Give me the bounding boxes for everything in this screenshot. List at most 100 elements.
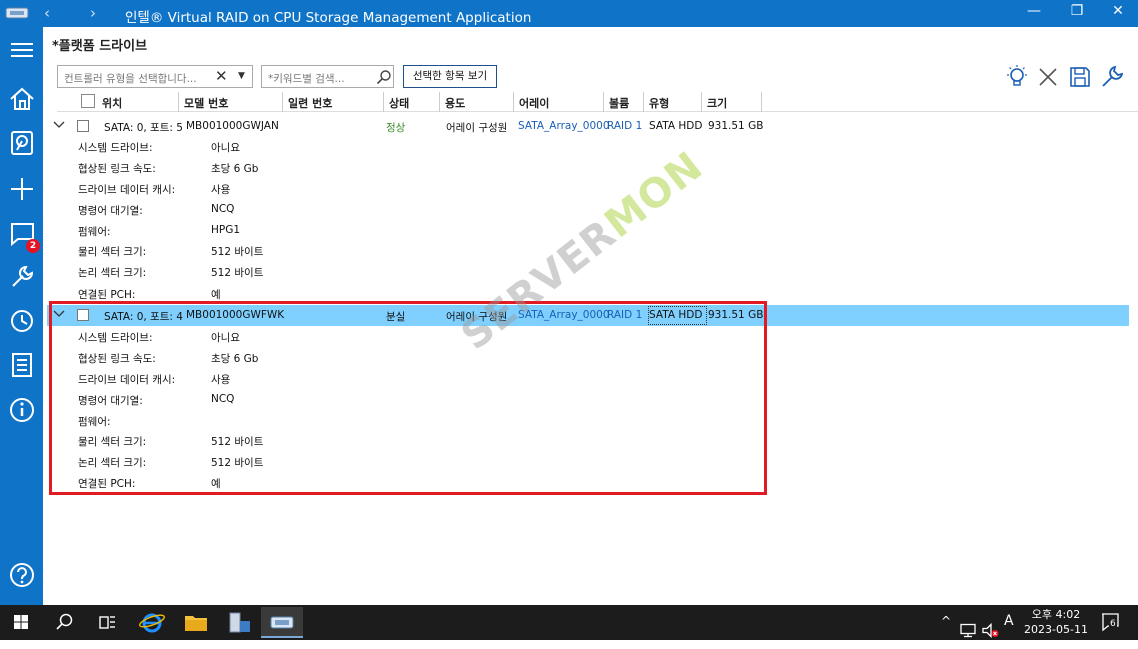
chevron-down-icon[interactable] xyxy=(53,120,65,130)
column-header-volume[interactable]: 볼륨 xyxy=(609,95,629,111)
detail-label: 물리 섹터 크기: xyxy=(78,246,147,258)
grid-header: 위치 모델 번호 일련 번호 상태 용도 어레이 볼륨 유형 크기 xyxy=(57,92,1138,112)
table-row[interactable]: SATA: 0, 포트: 5 MB001000GWJAN 정상 어레이 구성원 … xyxy=(47,116,1129,137)
cell-status: 분실 xyxy=(386,311,406,323)
cell-model: MB001000GWFWK xyxy=(186,309,285,321)
detail-value: 512 바이트 xyxy=(211,457,264,469)
search-icon[interactable] xyxy=(376,69,392,85)
detail-label: 드라이브 데이터 캐시: xyxy=(78,374,176,386)
server-manager-icon[interactable] xyxy=(218,607,260,638)
detail-label: 시스템 드라이브: xyxy=(78,142,153,154)
chevron-down-icon[interactable]: ▼ xyxy=(238,71,245,81)
close-button[interactable]: ✕ xyxy=(1104,3,1132,23)
add-icon[interactable] xyxy=(8,175,36,203)
row-checkbox[interactable] xyxy=(77,120,89,132)
lightbulb-icon[interactable] xyxy=(1004,64,1030,90)
close-icon[interactable] xyxy=(1035,64,1061,90)
help-icon[interactable] xyxy=(8,561,36,589)
task-view-icon[interactable] xyxy=(86,607,128,638)
cell-volume-link[interactable]: RAID 1 xyxy=(607,120,642,132)
detail-label: 명령어 대기열: xyxy=(78,395,143,407)
detail-label: 연결된 PCH: xyxy=(78,289,136,301)
clear-icon[interactable]: ✕ xyxy=(215,67,228,85)
volume-muted-icon[interactable] xyxy=(980,613,1000,648)
detail-value: 512 바이트 xyxy=(211,267,264,279)
column-header-array[interactable]: 어레이 xyxy=(519,95,549,111)
view-selected-button[interactable]: 선택한 항목 보기 xyxy=(403,65,497,88)
history-icon[interactable] xyxy=(8,307,36,335)
file-explorer-icon[interactable] xyxy=(175,607,217,638)
cell-location: SATA: 0, 포트: 5 xyxy=(104,122,183,134)
highlight-annotation-box xyxy=(49,301,767,495)
search-placeholder: *키워드별 검색... xyxy=(268,73,345,85)
restore-button[interactable]: ❐ xyxy=(1063,3,1091,23)
tray-overflow-chevron[interactable]: ^ xyxy=(941,614,951,649)
detail-value: 아니요 xyxy=(211,142,240,154)
internet-explorer-icon[interactable] xyxy=(131,607,173,638)
detail-label: 논리 섹터 크기: xyxy=(78,267,147,279)
cell-status: 정상 xyxy=(386,122,406,134)
taskbar: ^ A 오후 4:02 2023-05-11 6 xyxy=(0,605,1138,640)
cell-model: MB001000GWJAN xyxy=(186,120,279,132)
cell-volume-link[interactable]: RAID 1 xyxy=(607,309,642,321)
table-row-selected[interactable]: SATA: 0, 포트: 4 MB001000GWFWK 분실 어레이 구성원 … xyxy=(47,305,1129,326)
storage-icon[interactable] xyxy=(8,129,36,157)
watermark: SERVERMON xyxy=(453,143,712,360)
detail-value: 사용 xyxy=(211,184,231,196)
input-method-indicator[interactable]: A xyxy=(1004,613,1014,648)
row-checkbox[interactable] xyxy=(77,309,89,321)
detail-label: 명령어 대기열: xyxy=(78,205,143,217)
chevron-down-icon[interactable] xyxy=(53,309,65,319)
page-title: *플랫폼 드라이브 xyxy=(52,39,148,54)
controller-type-select[interactable]: 컨트롤러 유형을 선택합니다... ✕ ▼ xyxy=(57,65,253,88)
detail-label: 시스템 드라이브: xyxy=(78,332,153,344)
vroc-app-taskbar-icon[interactable] xyxy=(261,607,303,638)
minimize-button[interactable]: — xyxy=(1020,3,1048,23)
column-header-status[interactable]: 상태 xyxy=(389,95,409,111)
detail-value: 사용 xyxy=(211,374,231,386)
detail-label: 연결된 PCH: xyxy=(78,478,136,490)
column-header-type[interactable]: 유형 xyxy=(649,95,669,111)
cell-size: 931.51 GB xyxy=(708,309,764,321)
detail-value: 초당 6 Gb xyxy=(211,353,259,365)
forward-button[interactable]: › xyxy=(90,4,96,22)
cell-array-link[interactable]: SATA_Array_0000 xyxy=(518,120,610,132)
save-icon[interactable] xyxy=(1067,64,1093,90)
home-icon[interactable] xyxy=(8,85,36,113)
detail-value: 아니요 xyxy=(211,332,240,344)
notification-count: 6 xyxy=(1109,619,1117,629)
notification-center-icon[interactable]: 6 xyxy=(1100,612,1122,632)
info-icon[interactable] xyxy=(8,396,36,424)
search-icon[interactable] xyxy=(43,607,85,638)
network-icon[interactable] xyxy=(958,613,978,648)
detail-value: 512 바이트 xyxy=(211,246,264,258)
cell-usage: 어레이 구성원 xyxy=(446,122,508,134)
detail-label: 협상된 링크 속도: xyxy=(78,353,156,365)
detail-label: 드라이브 데이터 캐시: xyxy=(78,184,176,196)
clock[interactable]: 오후 4:02 2023-05-11 xyxy=(1024,607,1088,637)
window-title: 인텔® Virtual RAID on CPU Storage Manageme… xyxy=(125,10,532,26)
column-header-location[interactable]: 위치 xyxy=(102,95,122,111)
back-button[interactable]: ‹ xyxy=(44,4,50,22)
detail-label: 펌웨어: xyxy=(78,226,111,238)
notification-badge: 2 xyxy=(26,239,40,253)
column-header-usage[interactable]: 용도 xyxy=(445,95,465,111)
clock-time: 오후 4:02 xyxy=(1031,608,1081,621)
column-header-serial[interactable]: 일련 번호 xyxy=(288,95,332,111)
detail-value: NCQ xyxy=(211,203,235,215)
detail-label: 협상된 링크 속도: xyxy=(78,163,156,175)
wrench-icon[interactable] xyxy=(1099,64,1125,90)
detail-value: 512 바이트 xyxy=(211,436,264,448)
select-all-checkbox[interactable] xyxy=(81,94,95,108)
tools-icon[interactable] xyxy=(8,263,36,291)
detail-value: HPG1 xyxy=(211,224,241,236)
column-header-model[interactable]: 모델 번호 xyxy=(184,95,228,111)
title-bar: ‹ › 인텔® Virtual RAID on CPU Storage Mana… xyxy=(0,0,1138,27)
cell-location: SATA: 0, 포트: 4 xyxy=(104,311,183,323)
menu-icon[interactable] xyxy=(8,36,36,64)
column-header-size[interactable]: 크기 xyxy=(707,95,727,111)
windows-start-icon[interactable] xyxy=(0,607,42,638)
document-icon[interactable] xyxy=(8,351,36,379)
search-input[interactable]: *키워드별 검색... xyxy=(261,65,394,88)
detail-value: 예 xyxy=(211,478,221,490)
